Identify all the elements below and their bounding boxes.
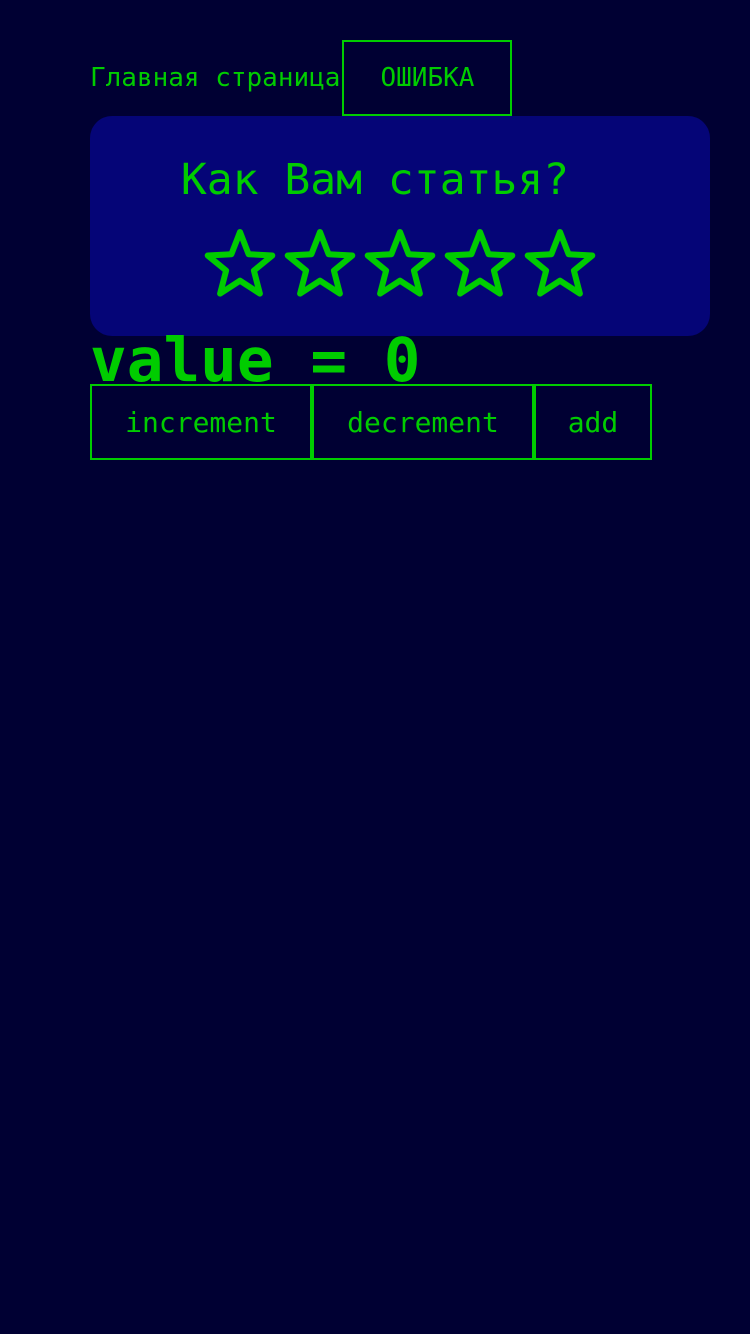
- star-1[interactable]: [200, 228, 280, 304]
- star-2[interactable]: [280, 228, 360, 304]
- error-button[interactable]: ОШИБКА: [342, 40, 513, 116]
- app-root: Главная страница ОШИБКА Как Вам статья?: [0, 0, 750, 1334]
- star-3[interactable]: [360, 228, 440, 304]
- star-outline-icon: [364, 229, 436, 297]
- counter-value: value = 0: [90, 325, 421, 396]
- home-link[interactable]: Главная страница: [90, 40, 340, 116]
- counter-controls: increment decrement add: [90, 384, 652, 460]
- star-4[interactable]: [440, 228, 520, 304]
- star-outline-icon: [524, 229, 596, 297]
- star-outline-icon: [204, 229, 276, 297]
- decrement-button[interactable]: decrement: [312, 384, 534, 460]
- top-navigation: Главная страница ОШИБКА: [90, 40, 513, 116]
- star-outline-icon: [284, 229, 356, 297]
- star-5[interactable]: [520, 228, 600, 304]
- increment-button[interactable]: increment: [90, 384, 312, 460]
- star-rating: [200, 228, 600, 304]
- star-outline-icon: [444, 229, 516, 297]
- rating-question: Как Вам статья?: [180, 155, 570, 205]
- add-button[interactable]: add: [534, 384, 652, 460]
